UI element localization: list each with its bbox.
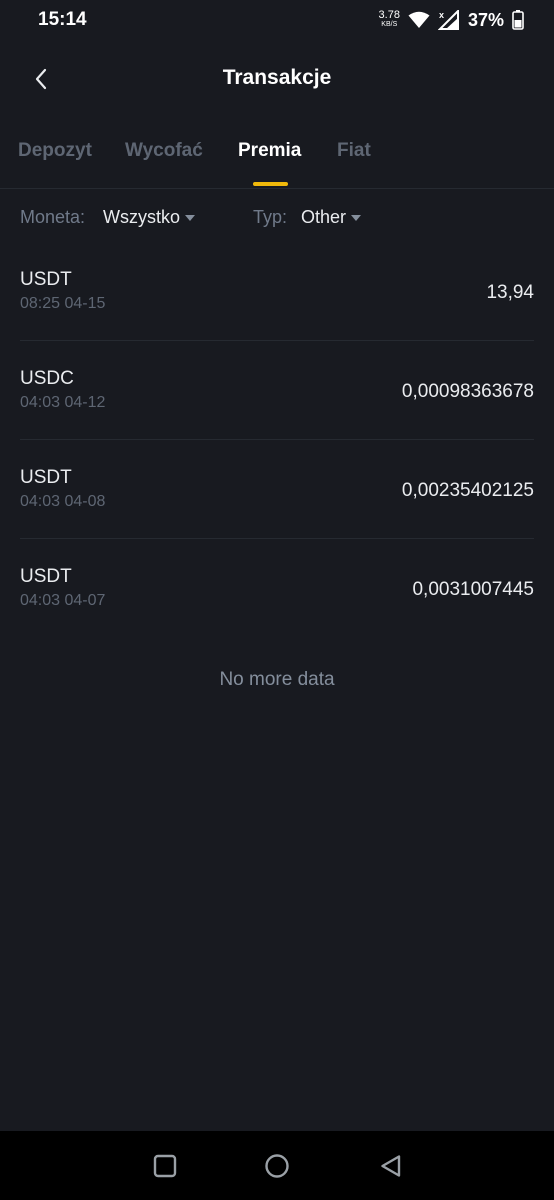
tab-bonus[interactable]: Premia (238, 140, 301, 162)
no-more-data-message: No more data (219, 669, 335, 690)
transaction-coin: USDT (20, 566, 72, 587)
network-speed-unit: KB/S (381, 21, 398, 28)
circle-icon (265, 1154, 289, 1178)
transaction-row[interactable]: USDC 04:03 04-12 0,00098363678 (20, 341, 534, 440)
svg-text:x: x (439, 10, 444, 20)
transaction-row[interactable]: USDT 04:03 04-08 0,00235402125 (20, 440, 534, 539)
battery-percent: 37% (467, 9, 504, 30)
square-icon (153, 1154, 177, 1178)
caret-down-icon (351, 214, 362, 221)
home-button[interactable] (262, 1151, 292, 1181)
transaction-time: 04:03 04-12 (20, 394, 106, 411)
transaction-amount: 0,00235402125 (401, 480, 534, 501)
status-time: 15:14 (38, 9, 87, 30)
type-filter-dropdown[interactable]: Other (301, 207, 362, 228)
transaction-amount: 0,0031007445 (412, 579, 534, 600)
tab-deposit[interactable]: Depozyt (18, 140, 92, 162)
tab-withdraw[interactable]: Wycofać (125, 140, 203, 162)
transaction-time: 04:03 04-08 (20, 493, 106, 510)
active-tab-indicator (253, 182, 288, 186)
transaction-time: 08:25 04-15 (20, 295, 106, 312)
transaction-amount: 0,00098363678 (401, 381, 534, 402)
transaction-row[interactable]: USDT 04:03 04-07 0,0031007445 (20, 539, 534, 637)
cell-signal-icon: x (437, 10, 459, 30)
system-nav-bar (0, 1131, 554, 1200)
triangle-back-icon (381, 1155, 401, 1177)
transaction-list: USDT 08:25 04-15 13,94 USDC 04:03 04-12 … (20, 242, 534, 637)
battery-icon (512, 10, 524, 30)
transaction-coin: USDT (20, 269, 72, 290)
tab-fiat[interactable]: Fiat (337, 140, 371, 162)
wifi-icon (408, 11, 430, 28)
filter-bar: Moneta: Wszystko Typ: Other (0, 200, 554, 236)
type-filter-value: Other (301, 207, 347, 227)
header: Transakcje (0, 50, 554, 108)
coin-filter-value: Wszystko (103, 207, 181, 227)
transaction-coin: USDT (20, 467, 72, 488)
coin-filter-dropdown[interactable]: Wszystko (103, 207, 196, 228)
coin-filter-label: Moneta: (20, 207, 86, 227)
transaction-row[interactable]: USDT 08:25 04-15 13,94 (20, 242, 534, 341)
status-bar: 15:14 3.78 KB/S x 37% (0, 0, 554, 40)
type-filter-label: Typ: (253, 207, 288, 227)
transaction-coin: USDC (20, 368, 74, 389)
tab-bar: Depozyt Wycofać Premia Fiat (0, 130, 554, 189)
page-title: Transakcje (222, 66, 332, 89)
transaction-amount: 13,94 (486, 282, 534, 303)
network-speed: 3.78 KB/S (378, 9, 400, 29)
back-nav-button[interactable] (376, 1151, 406, 1181)
recents-button[interactable] (150, 1151, 180, 1181)
status-icons: 3.78 KB/S x 37% (379, 8, 524, 32)
caret-down-icon (185, 214, 196, 221)
network-speed-value: 3.78 (378, 9, 400, 21)
transaction-time: 04:03 04-07 (20, 592, 106, 609)
